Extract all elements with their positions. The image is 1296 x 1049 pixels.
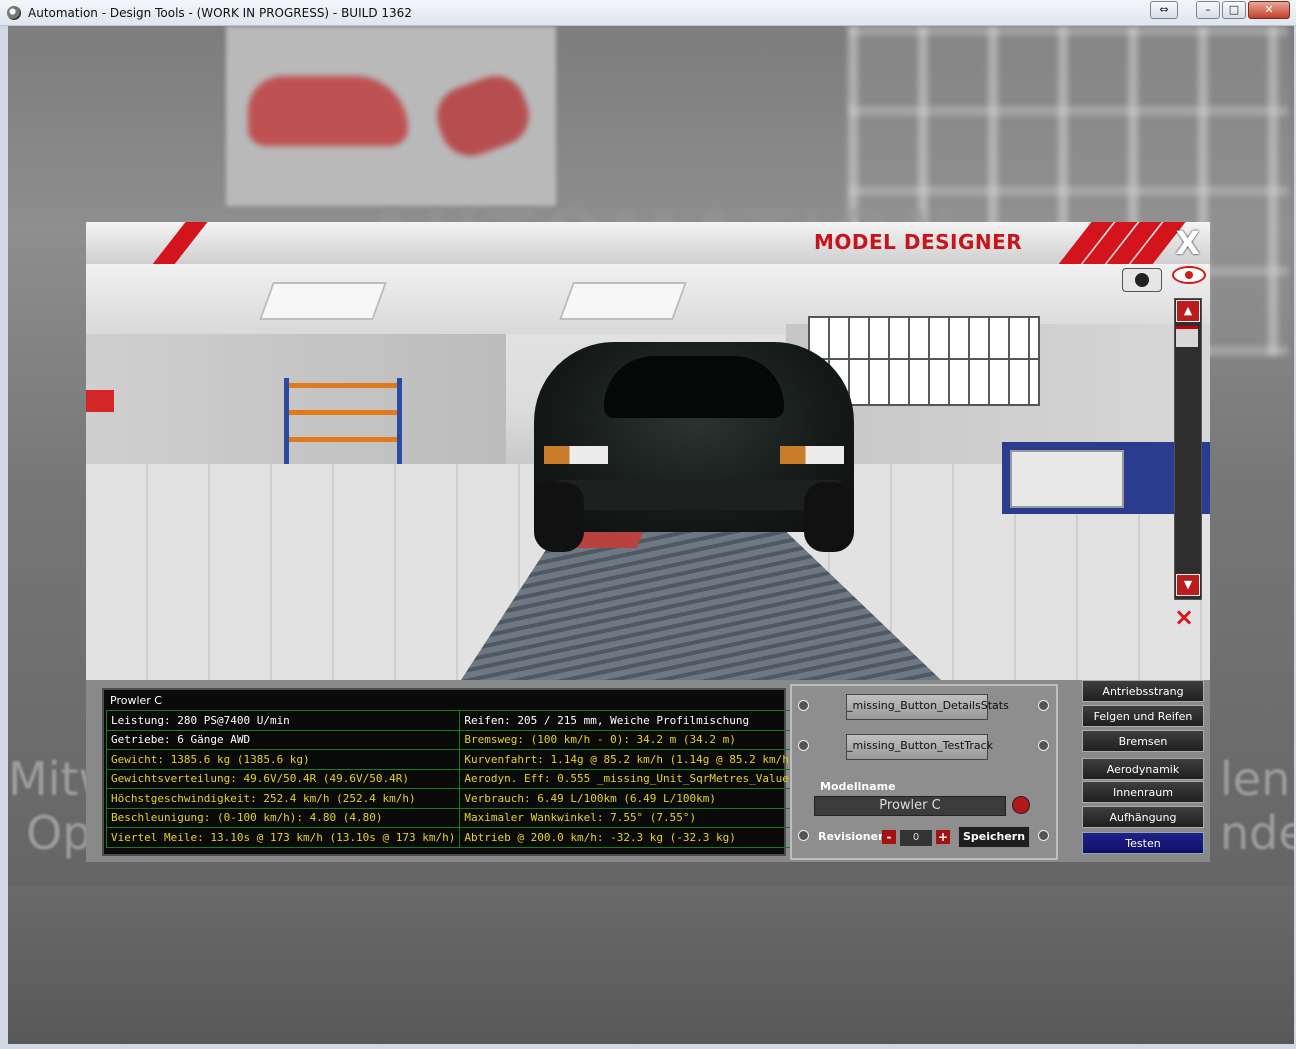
camera-icon[interactable] — [1122, 268, 1162, 292]
screw-icon — [798, 830, 809, 841]
screw-icon — [1038, 700, 1049, 711]
fire-sign — [86, 390, 114, 412]
stat-left-cell: Getriebe: 6 Gänge AWD — [105, 729, 461, 750]
designer-close-button[interactable]: X — [1175, 224, 1200, 262]
stat-right-cell: Bremsweg: (100 km/h - 0): 34.2 m (34.2 m… — [459, 729, 800, 750]
stats-car-name: Prowler C — [110, 694, 162, 707]
menu-item-7[interactable]: Testen — [1082, 832, 1204, 854]
screw-icon — [1038, 740, 1049, 751]
scroll-up-button[interactable]: ▲ — [1176, 300, 1200, 322]
cabinet-doors — [1010, 450, 1124, 508]
stat-right-cell: Verbrauch: 6.49 L/100km (6.49 L/100km) — [459, 788, 800, 809]
designer-header: MODEL DESIGNER X — [86, 222, 1210, 264]
revision-decrement-button[interactable]: - — [882, 830, 896, 844]
close-window-button[interactable]: ✕ — [1248, 1, 1290, 19]
garage-shelf — [284, 378, 402, 464]
menu-item-2[interactable]: Felgen und Reifen — [1082, 705, 1204, 727]
car-3d-viewport[interactable]: ▲ ▼ ⨯ — [86, 264, 1210, 680]
hide-ui-icon[interactable]: ⨯ — [1166, 604, 1202, 630]
stat-right-cell: Aerodyn. Eff: 0.555 _missing_Unit_SqrMet… — [459, 768, 800, 789]
scroll-down-button[interactable]: ▼ — [1176, 574, 1200, 596]
model-designer-panel: MODEL DESIGNER X ▲ ▼ ⨯ Prowler C Leistun… — [86, 222, 1210, 862]
details-stats-button[interactable]: _missing_Button_DetailsStats — [846, 694, 1009, 720]
screw-icon — [1038, 830, 1049, 841]
car-tail-light — [780, 446, 844, 464]
stat-left-cell: Höchstgeschwindigkeit: 252.4 km/h (252.4… — [105, 788, 461, 809]
background-poster-car — [248, 76, 408, 146]
stat-right-cell: Kurvenfahrt: 1.14g @ 85.2 km/h (1.14g @ … — [459, 749, 800, 770]
model-controls-panel: _missing_Button_DetailsStats _missing_Bu… — [790, 684, 1058, 860]
window-title: Automation - Design Tools - (WORK IN PRO… — [28, 6, 412, 20]
car-tail-light — [544, 446, 608, 464]
stats-row: Gewicht: 1385.6 kg (1385.6 kg) Kurvenfahr… — [105, 749, 800, 770]
screw-icon — [798, 700, 809, 711]
stats-row: Viertel Meile: 13.10s @ 173 km/h (13.10s… — [105, 827, 800, 848]
car-wheel — [534, 482, 584, 552]
random-name-icon[interactable] — [1012, 796, 1030, 814]
stat-right-cell: Reifen: 205 / 215 mm, Weiche Profilmisch… — [459, 710, 800, 731]
screw-icon — [798, 740, 809, 751]
stats-row: Höchstgeschwindigkeit: 252.4 km/h (252.4… — [105, 788, 800, 809]
stat-left-cell: Gewicht: 1385.6 kg (1385.6 kg) — [105, 749, 461, 770]
background-text: Op — [26, 806, 92, 860]
menu-item-1[interactable]: Antriebsstrang — [1082, 680, 1204, 702]
minimize-button[interactable]: – — [1196, 1, 1220, 19]
background-text: nde — [1220, 806, 1294, 860]
stat-left-cell: Gewichtsverteilung: 49.6V/50.4R (49.6V/5… — [105, 768, 461, 789]
maximize-button[interactable]: □ — [1222, 1, 1246, 19]
menu-item-3[interactable]: Bremsen — [1082, 730, 1204, 752]
restore-window-button[interactable]: ⇔ — [1150, 1, 1178, 19]
stat-left-cell: Leistung: 280 PS@7400 U/min — [105, 710, 461, 731]
header-stripe — [138, 222, 216, 264]
car-model — [534, 342, 854, 552]
model-name-input[interactable]: Prowler C — [814, 796, 1006, 816]
stats-table: Leistung: 280 PS@7400 U/min Reifen: 205 /… — [105, 710, 800, 848]
car-rear-window — [604, 356, 784, 418]
stat-left-cell: Viertel Meile: 13.10s @ 173 km/h (13.10s… — [105, 827, 461, 848]
model-name-label: Modellname — [820, 780, 896, 793]
designer-bottom-panel: Prowler C Leistung: 280 PS@7400 U/min Rei… — [86, 680, 1210, 862]
menu-item-6[interactable]: Aufhängung — [1082, 806, 1204, 828]
eye-icon[interactable] — [1172, 266, 1206, 284]
car-bumper — [554, 480, 844, 510]
revisions-label: Revisionen — [818, 830, 886, 843]
stat-right-cell: Maximaler Wankwinkel: 7.55° (7.55°) — [459, 807, 800, 828]
stats-row: Leistung: 280 PS@7400 U/min Reifen: 205 /… — [105, 710, 800, 731]
ceiling-light — [559, 282, 687, 320]
ceiling-light — [259, 282, 387, 320]
test-track-button[interactable]: _missing_Button_TestTrack — [846, 734, 993, 760]
stats-row: Gewichtsverteilung: 49.6V/50.4R (49.6V/5… — [105, 768, 800, 789]
revision-increment-button[interactable]: + — [936, 830, 950, 844]
background-floor — [8, 886, 1294, 1044]
designer-title: MODEL DESIGNER — [814, 230, 1023, 254]
window-titlebar: Automation - Design Tools - (WORK IN PRO… — [0, 0, 1296, 26]
revision-value: 0 — [900, 830, 932, 846]
background-text: len — [1220, 752, 1291, 806]
stats-row: Getriebe: 6 Gänge AWD Bremsweg: (100 km/h… — [105, 729, 800, 750]
save-button[interactable]: Speichern — [958, 826, 1030, 848]
stat-right-cell: Abtrieb @ 200.0 km/h: -32.3 kg (-32.3 kg… — [459, 827, 800, 848]
stats-row: Beschleunigung: (0-100 km/h): 4.80 (4.80… — [105, 807, 800, 828]
car-wheel — [804, 482, 854, 552]
menu-item-4[interactable]: Aerodynamik — [1082, 758, 1204, 780]
car-stats-panel: Prowler C Leistung: 280 PS@7400 U/min Rei… — [102, 688, 800, 856]
designer-category-menu: Antriebsstrang Felgen und Reifen Bremsen Ae… — [1082, 680, 1206, 858]
scroll-thumb[interactable] — [1176, 326, 1198, 347]
stat-left-cell: Beschleunigung: (0-100 km/h): 4.80 (4.80… — [105, 807, 461, 828]
app-icon — [7, 6, 21, 20]
menu-item-5[interactable]: Innenraum — [1082, 781, 1204, 803]
